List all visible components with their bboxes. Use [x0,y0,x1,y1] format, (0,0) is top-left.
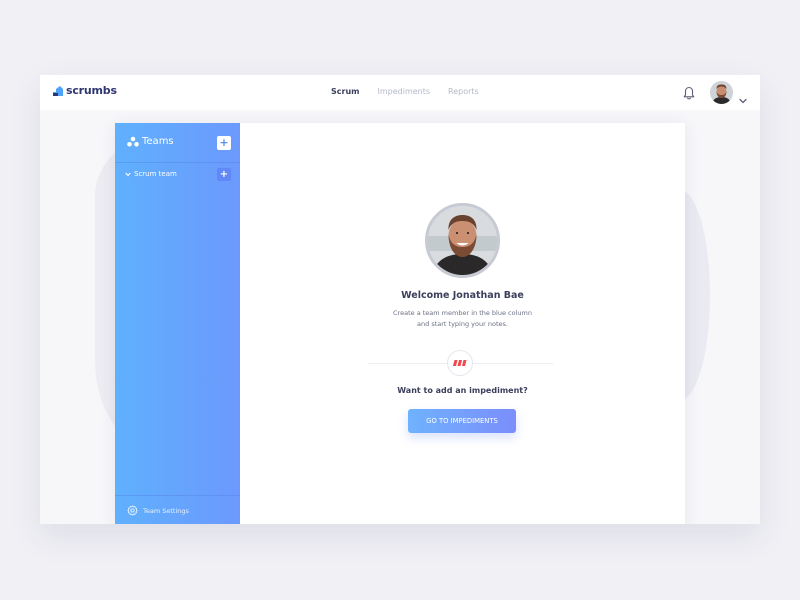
content-panel: Teams + Scrum team + Team Settings Welco… [115,123,685,524]
logo[interactable]: scrumbs [52,84,117,97]
sidebar-header: Teams + [115,123,240,163]
teams-sidebar: Teams + Scrum team + Team Settings [115,123,240,524]
main-nav: Scrum Impediments Reports [331,87,497,96]
gear-icon [127,505,138,516]
brand-name: scrumbs [66,84,117,97]
nav-tab-scrum[interactable]: Scrum [331,87,359,96]
welcome-title: Welcome Jonathan Bae [401,290,524,301]
team-settings-label: Team Settings [143,506,189,515]
top-navigation-bar: scrumbs Scrum Impediments Reports [40,75,760,110]
team-item-scrum-team[interactable]: Scrum team [125,170,177,178]
welcome-description-line-1: Create a team member in the blue column [393,309,532,317]
sidebar-footer: Team Settings [115,495,240,524]
go-to-impediments-button[interactable]: GO TO IMPEDIMENTS [408,409,516,433]
sidebar-title: Teams [127,136,174,147]
impediment-barrier-icon [453,360,467,366]
impediment-badge [447,350,473,376]
scrumbs-logo-icon [53,85,63,96]
welcome-description-line-2: and start typing your notes. [417,320,508,328]
app-window: scrumbs Scrum Impediments Reports Teams … [40,75,760,524]
teams-icon [127,136,139,147]
add-team-button[interactable]: + [217,136,231,150]
bell-icon[interactable] [683,85,695,104]
user-avatar[interactable] [710,81,733,104]
welcome-section: Welcome Jonathan Bae Create a team membe… [240,123,685,524]
team-name: Scrum team [134,170,177,178]
impediment-question: Want to add an impediment? [397,386,528,395]
welcome-description: Create a team member in the blue column … [240,308,685,330]
nav-tab-reports[interactable]: Reports [448,87,479,96]
profile-photo [425,203,500,278]
chevron-down-icon [125,172,131,176]
nav-tab-impediments[interactable]: Impediments [377,87,430,96]
sidebar-title-label: Teams [142,136,174,147]
team-settings-link[interactable]: Team Settings [127,505,189,516]
chevron-down-icon[interactable] [739,89,747,108]
add-team-member-button[interactable]: + [217,168,231,181]
